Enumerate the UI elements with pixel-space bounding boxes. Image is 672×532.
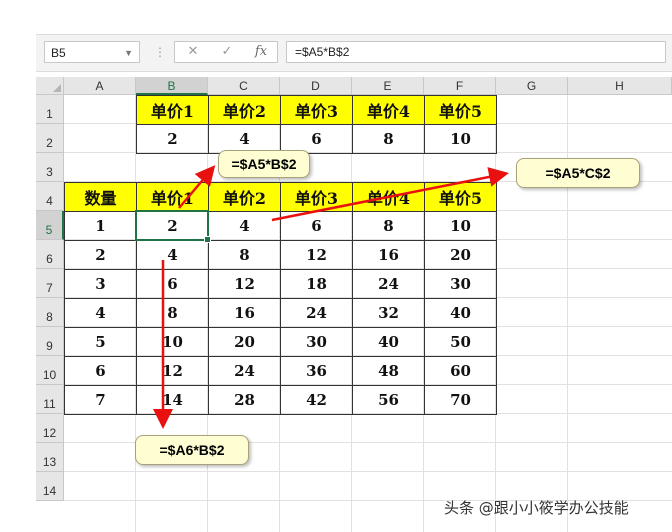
formula-input[interactable]: =$A5*B$2 bbox=[286, 41, 666, 63]
name-box-value: B5 bbox=[51, 46, 66, 60]
formula-bar: B5 ▼ ⋮ ✕ ✓ fx =$A5*B$2 bbox=[36, 34, 672, 72]
arrow-to-callout-b5 bbox=[178, 165, 216, 209]
name-box[interactable]: B5 ▼ bbox=[44, 41, 140, 63]
arrow-to-callout-c5 bbox=[271, 167, 509, 222]
chevron-down-icon[interactable]: ▼ bbox=[124, 42, 133, 64]
formula-callout: =$A5*C$2 bbox=[516, 158, 640, 188]
insert-function-icon[interactable]: fx bbox=[247, 42, 275, 62]
watermark: 头条 @跟小小筱学办公技能 bbox=[444, 499, 629, 517]
enter-icon[interactable]: ✓ bbox=[213, 42, 241, 62]
more-icon: ⋮ bbox=[154, 45, 166, 59]
formula-callout: =$A5*B$2 bbox=[218, 150, 310, 178]
spreadsheet-grid[interactable]: A B C D E F G H 1 2 3 4 5 6 7 8 9 10 11 12 13 14 单价1 单价2 单价3 单价4 单… bbox=[36, 77, 672, 532]
formula-callout: =$A6*B$2 bbox=[135, 435, 249, 465]
annotation-arrows bbox=[153, 165, 509, 429]
cancel-icon[interactable]: ✕ bbox=[179, 42, 207, 62]
formula-text: =$A5*B$2 bbox=[295, 45, 350, 59]
formula-buttons: ✕ ✓ fx bbox=[174, 41, 278, 63]
